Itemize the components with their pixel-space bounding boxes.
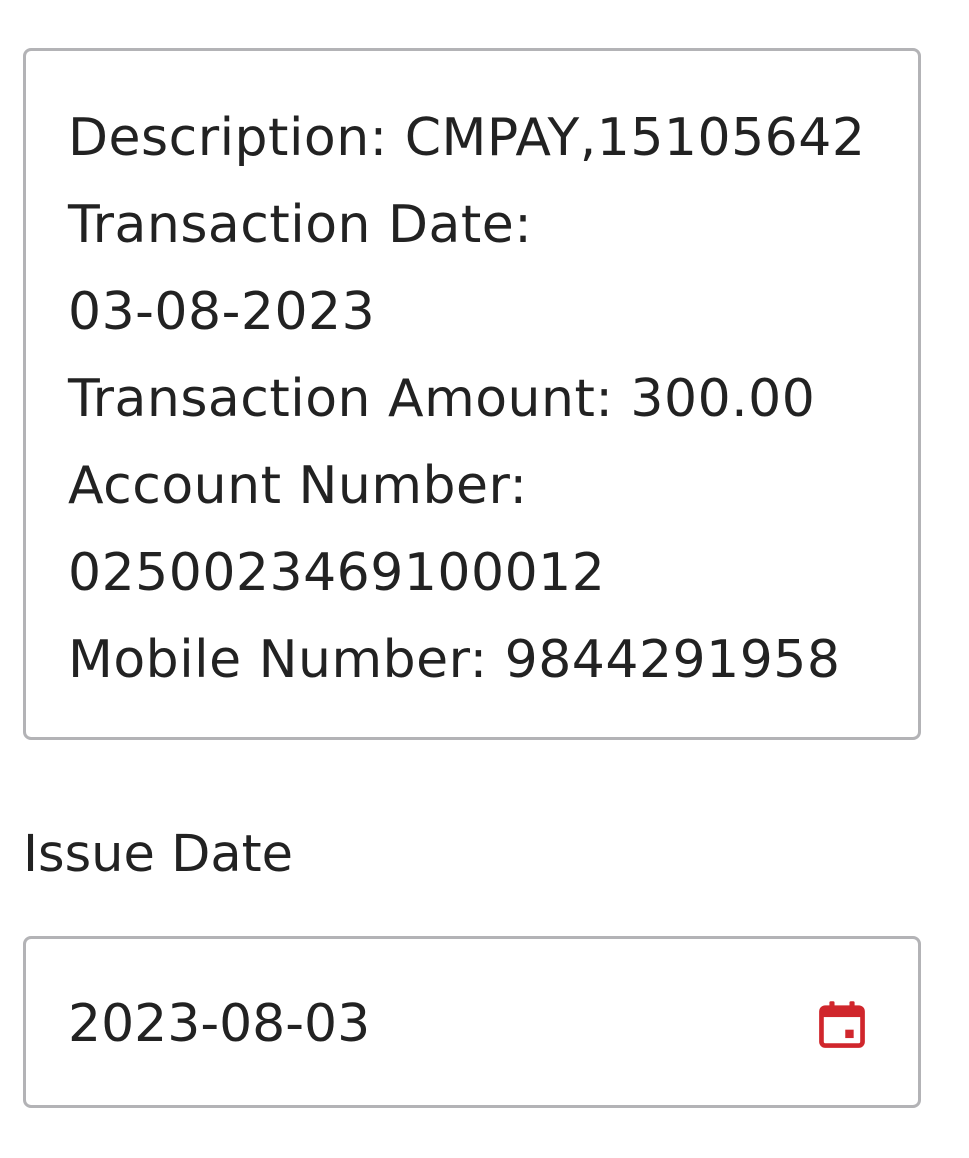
issue-date-field[interactable]: 2023-08-03: [23, 936, 921, 1108]
transaction-date-label-line: Transaction Date:: [68, 195, 533, 255]
calendar-icon[interactable]: [814, 997, 870, 1053]
transaction-details-box: Description: CMPAY,15105642 Transaction …: [23, 48, 921, 740]
issue-date-label: Issue Date: [23, 825, 293, 884]
issue-date-value[interactable]: 2023-08-03: [68, 989, 370, 1059]
account-number-label-line: Account Number:: [68, 456, 528, 516]
account-number-value-line: 0250023469100012: [68, 543, 606, 603]
calendar-icon-graphic: [819, 1001, 865, 1048]
transaction-amount-line: Transaction Amount: 300.00: [68, 369, 816, 429]
mobile-number-line: Mobile Number: 9844291958: [68, 630, 841, 690]
transaction-date-value-line: 03-08-2023: [68, 282, 376, 342]
description-line: Description: CMPAY,15105642: [68, 108, 866, 168]
